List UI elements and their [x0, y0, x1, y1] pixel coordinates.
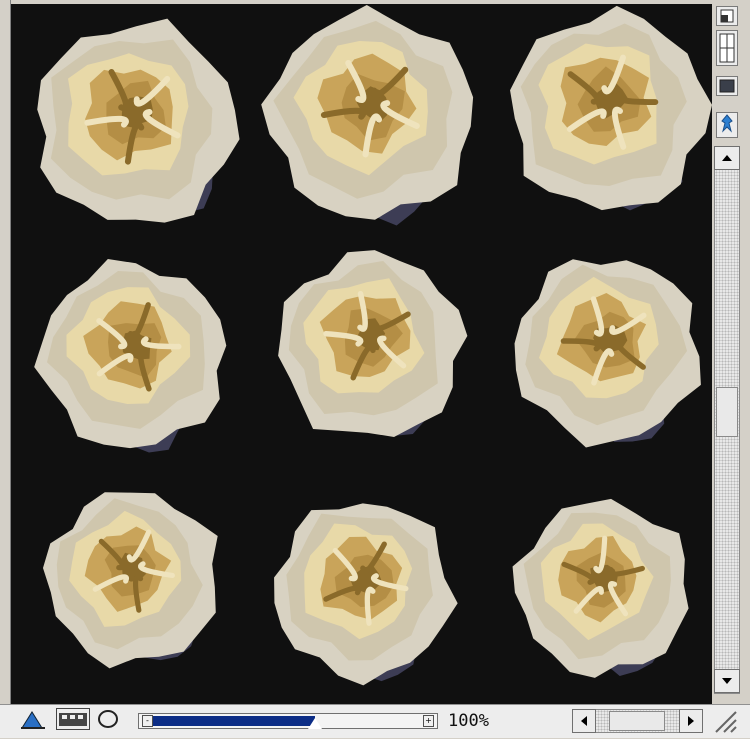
grid-icon[interactable]	[716, 30, 738, 66]
zoom-slider-thumb[interactable]	[308, 718, 322, 729]
lasso-icon[interactable]	[94, 708, 124, 730]
pin-icon[interactable]	[716, 112, 738, 138]
arrow-left-icon	[581, 716, 587, 726]
zoom-level-label: 100%	[448, 711, 489, 731]
canvas-left-border	[0, 0, 11, 704]
resize-grip-icon[interactable]	[708, 708, 738, 734]
vertical-scroll-thumb[interactable]	[716, 387, 738, 437]
paint-icon[interactable]	[18, 708, 48, 730]
zoom-slider[interactable]: - +	[138, 713, 438, 729]
scroll-up-button[interactable]	[714, 146, 740, 170]
horizontal-scrollbar[interactable]	[572, 709, 703, 733]
rose-image	[249, 4, 493, 238]
status-bar: - + 100%	[0, 704, 750, 738]
rose-image	[259, 234, 483, 458]
scroll-left-button[interactable]	[572, 709, 596, 733]
scroll-right-button[interactable]	[679, 709, 703, 733]
rose-image	[16, 4, 256, 244]
arrow-up-icon	[722, 155, 732, 161]
swatch-icon[interactable]	[716, 76, 738, 96]
right-toolbar	[712, 0, 750, 704]
vertical-scrollbar[interactable]	[714, 146, 740, 694]
film-icon[interactable]	[56, 708, 90, 730]
zoom-in-button[interactable]: +	[423, 715, 434, 727]
rose-image	[255, 482, 471, 698]
arrow-right-icon	[688, 716, 694, 726]
rose-image	[21, 244, 245, 468]
rose-image	[497, 482, 709, 694]
rose-image	[495, 238, 712, 462]
rose-image	[491, 4, 712, 230]
layers-icon[interactable]	[716, 6, 738, 26]
zoom-out-button[interactable]: -	[142, 715, 153, 727]
horizontal-scroll-thumb[interactable]	[609, 711, 665, 731]
scroll-down-button[interactable]	[714, 669, 740, 693]
image-canvas[interactable]	[11, 4, 712, 704]
document-window: - + 100%	[0, 0, 750, 738]
rose-image	[27, 472, 239, 684]
arrow-down-icon	[722, 678, 732, 684]
zoom-slider-fill	[153, 716, 315, 726]
